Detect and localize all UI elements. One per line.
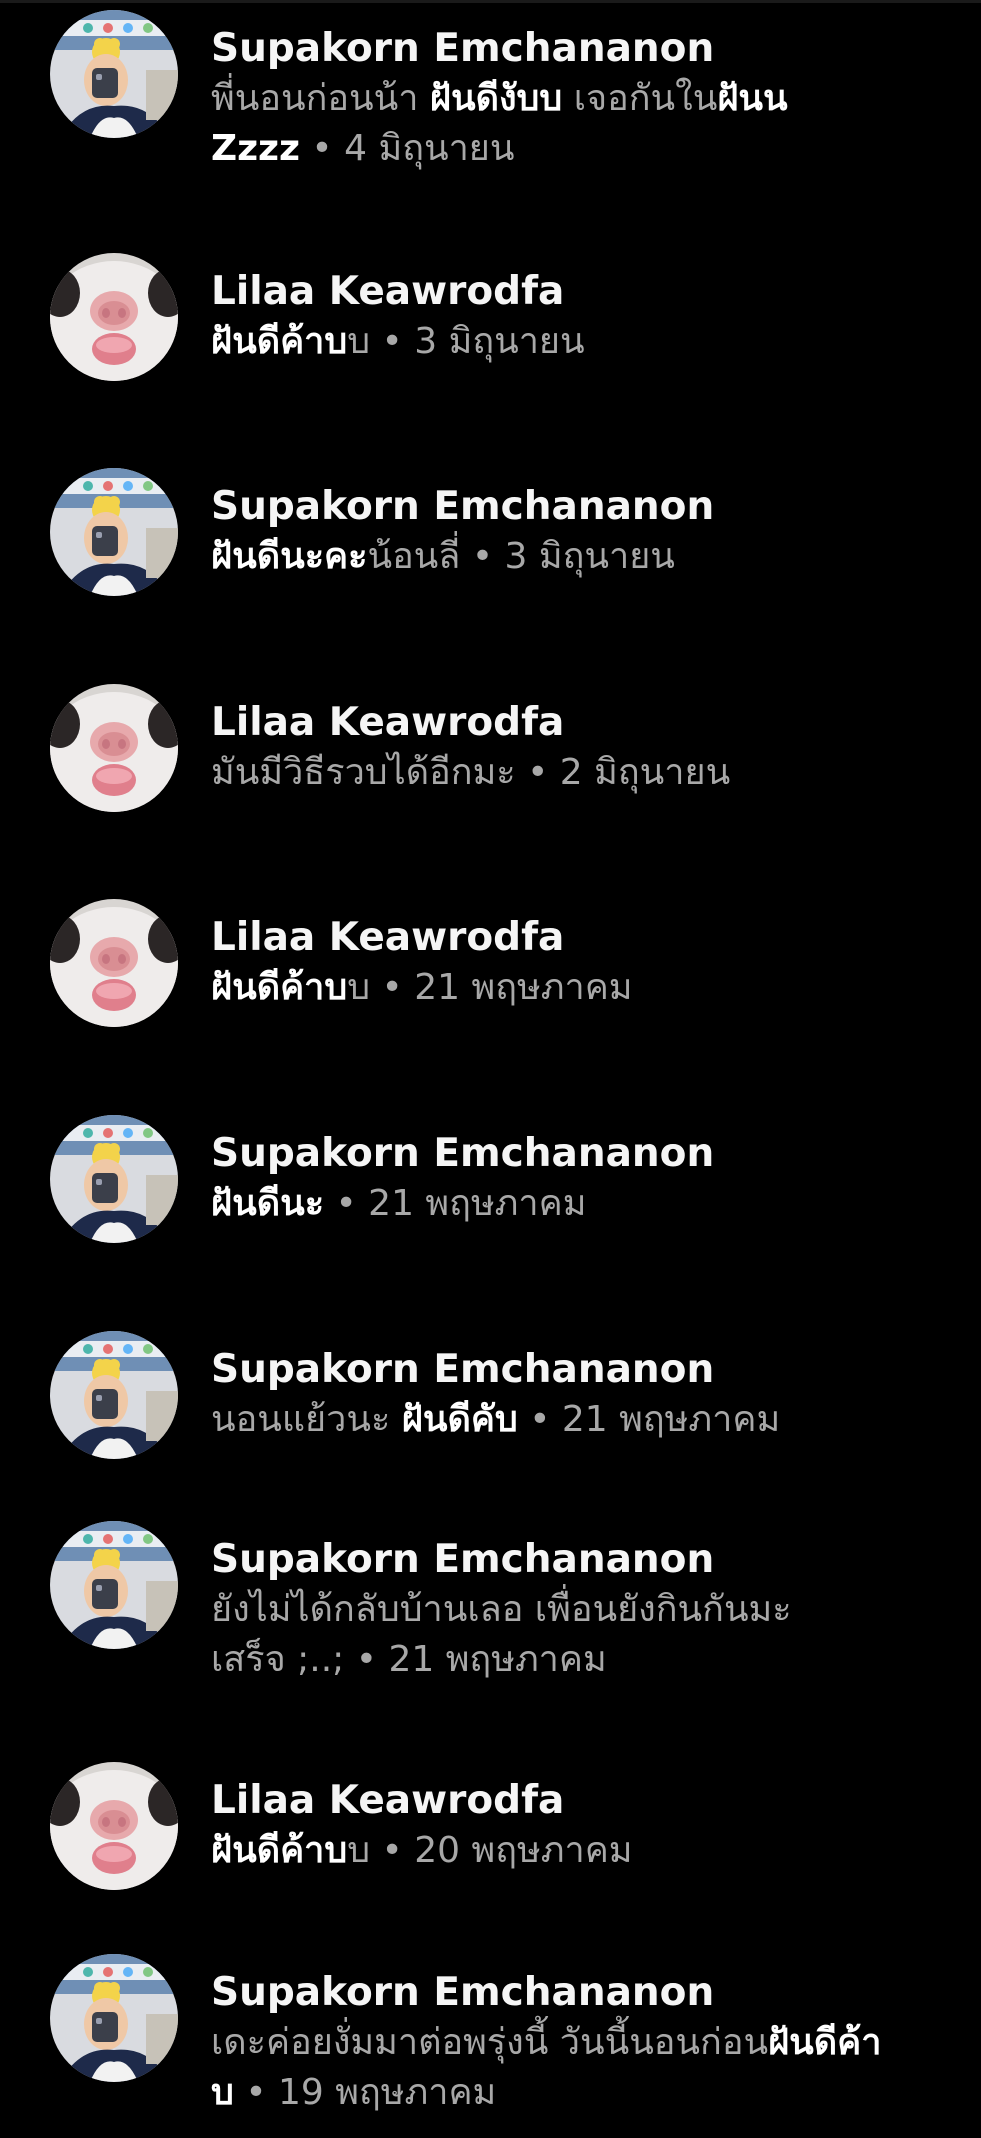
sender-name: Supakorn Emchananon (211, 1537, 715, 1582)
message-timestamp: 3 มิถุนายน (504, 536, 675, 577)
message-text-block: Supakorn Emchananon นอนแย้วนะ ฝันดีคับ • … (211, 1345, 956, 1445)
unread-text: ฝันดีค้า (768, 2022, 882, 2063)
lilaa-avatar-icon[interactable] (50, 1762, 178, 1890)
message-preview-line: บ • 19 พฤษภาคม (211, 2068, 956, 2118)
sender-name: Supakorn Emchananon (211, 484, 715, 529)
unread-text: ฝันดีค้าบ (211, 321, 348, 362)
separator-dot: • (355, 1639, 377, 1680)
message-preview-line: ฝันดีค้าบบ • 21 พฤษภาคม (211, 963, 956, 1013)
message-timestamp: 20 พฤษภาคม (414, 1830, 633, 1871)
message-timestamp: 21 พฤษภาคม (388, 1639, 607, 1680)
unread-text: ฝันดีคับ (401, 1399, 518, 1440)
read-text: ยังไม่ได้กลับบ้านเลอ เพื่อนยังกินกันมะ (211, 1589, 792, 1630)
read-text: เดะค่อยงั่มมาต่อพรุ่งนี้ วันนี้นอนก่อน (211, 2022, 769, 2063)
message-timestamp: 21 พฤษภาคม (561, 1399, 781, 1440)
message-text-block: Lilaa Keawrodfa ฝันดีค้าบบ • 20 พฤษภาคม (211, 1776, 956, 1876)
separator-dot: • (527, 752, 549, 793)
separator-dot: • (311, 128, 333, 169)
message-timestamp: 21 พฤษภาคม (414, 967, 633, 1008)
sender-name: Supakorn Emchananon (211, 26, 715, 71)
read-text: บ (347, 321, 371, 362)
message-timestamp: 3 มิถุนายน (414, 321, 585, 362)
unread-text: ฝันดีงับบ (429, 78, 563, 119)
message-preview-line: พี่นอนก่อนน้า ฝันดีงับบ เจอกันในฝันน (211, 74, 956, 124)
sender-name: Supakorn Emchananon (211, 1347, 715, 1392)
message-preview-line: ฝันดีค้าบบ • 20 พฤษภาคม (211, 1826, 956, 1876)
message-text-block: Lilaa Keawrodfa มันมีวิธีรวบได้อีกมะ • 2 … (211, 698, 956, 798)
message-preview-line: ฝันดีนะ • 21 พฤษภาคม (211, 1179, 956, 1229)
separator-dot: • (245, 2072, 267, 2113)
sender-name: Supakorn Emchananon (211, 1131, 715, 1176)
read-text: นอนแย้วนะ (211, 1399, 402, 1440)
sender-name: Supakorn Emchananon (211, 1970, 715, 2015)
message-preview-line: นอนแย้วนะ ฝันดีคับ • 21 พฤษภาคม (211, 1395, 956, 1445)
message-timestamp: 4 มิถุนายน (344, 128, 515, 169)
lilaa-avatar-icon[interactable] (50, 684, 178, 812)
read-text: พี่นอนก่อนน้า (211, 78, 430, 119)
supakorn-avatar-icon[interactable] (50, 1115, 178, 1243)
separator-dot: • (381, 321, 403, 362)
message-preview-line: ยังไม่ได้กลับบ้านเลอ เพื่อนยังกินกันมะ (211, 1585, 956, 1635)
read-text: เจอกันใน (562, 78, 718, 119)
separator-dot: • (381, 1830, 403, 1871)
message-preview-line: เดะค่อยงั่มมาต่อพรุ่งนี้ วันนี้นอนก่อนฝั… (211, 2018, 956, 2068)
lilaa-avatar-icon[interactable] (50, 253, 178, 381)
sender-name: Lilaa Keawrodfa (211, 700, 565, 745)
message-text-block: Supakorn Emchananon ฝันดีนะคะน้อนลี่ • 3 … (211, 482, 956, 582)
message-text-block: Supakorn Emchananon พี่นอนก่อนน้า ฝันดีงั… (211, 24, 956, 174)
read-text: มันมีวิธีรวบได้อีกมะ (211, 752, 516, 793)
supakorn-avatar-icon[interactable] (50, 1954, 178, 2082)
message-preview-line: เสร็จ ;..; • 21 พฤษภาคม (211, 1635, 956, 1685)
message-preview-line: Zzzz • 4 มิถุนายน (211, 124, 956, 174)
read-text: เสร็จ ;..; (211, 1639, 345, 1680)
message-timestamp: 21 พฤษภาคม (368, 1183, 587, 1224)
supakorn-avatar-icon[interactable] (50, 1331, 178, 1459)
separator-dot: • (381, 967, 403, 1008)
supakorn-avatar-icon[interactable] (50, 468, 178, 596)
message-text-block: Lilaa Keawrodfa ฝันดีค้าบบ • 3 มิถุนายน (211, 267, 956, 367)
sender-name: Lilaa Keawrodfa (211, 269, 565, 314)
read-text: บ (347, 1830, 371, 1871)
top-edge-divider (0, 0, 981, 3)
unread-text: ฝันน (717, 78, 788, 119)
message-timestamp: 19 พฤษภาคม (278, 2072, 497, 2113)
lilaa-avatar-icon[interactable] (50, 899, 178, 1027)
message-text-block: Supakorn Emchananon ฝันดีนะ • 21 พฤษภาคม (211, 1129, 956, 1229)
unread-text: ฝันดีนะคะ (211, 536, 368, 577)
message-text-block: Supakorn Emchananon ยังไม่ได้กลับบ้านเลอ … (211, 1535, 956, 1685)
supakorn-avatar-icon[interactable] (50, 10, 178, 138)
separator-dot: • (529, 1399, 551, 1440)
unread-text: ฝันดีนะ (211, 1183, 325, 1224)
message-timestamp: 2 มิถุนายน (559, 752, 731, 793)
read-text: น้อนลี่ (367, 536, 461, 577)
message-text-block: Lilaa Keawrodfa ฝันดีค้าบบ • 21 พฤษภาคม (211, 913, 956, 1013)
message-text-block: Supakorn Emchananon เดะค่อยงั่มมาต่อพรุ่ง… (211, 1968, 956, 2118)
unread-text: Zzzz (211, 128, 300, 169)
supakorn-avatar-icon[interactable] (50, 1521, 178, 1649)
message-preview-line: ฝันดีค้าบบ • 3 มิถุนายน (211, 317, 956, 367)
message-preview-line: ฝันดีนะคะน้อนลี่ • 3 มิถุนายน (211, 532, 956, 582)
unread-text: บ (211, 2072, 234, 2113)
message-preview-line: มันมีวิธีรวบได้อีกมะ • 2 มิถุนายน (211, 748, 956, 798)
read-text: บ (347, 967, 371, 1008)
sender-name: Lilaa Keawrodfa (211, 1778, 565, 1823)
separator-dot: • (471, 536, 494, 577)
unread-text: ฝันดีค้าบ (211, 1830, 348, 1871)
sender-name: Lilaa Keawrodfa (211, 915, 565, 960)
unread-text: ฝันดีค้าบ (211, 967, 348, 1008)
separator-dot: • (335, 1183, 357, 1224)
